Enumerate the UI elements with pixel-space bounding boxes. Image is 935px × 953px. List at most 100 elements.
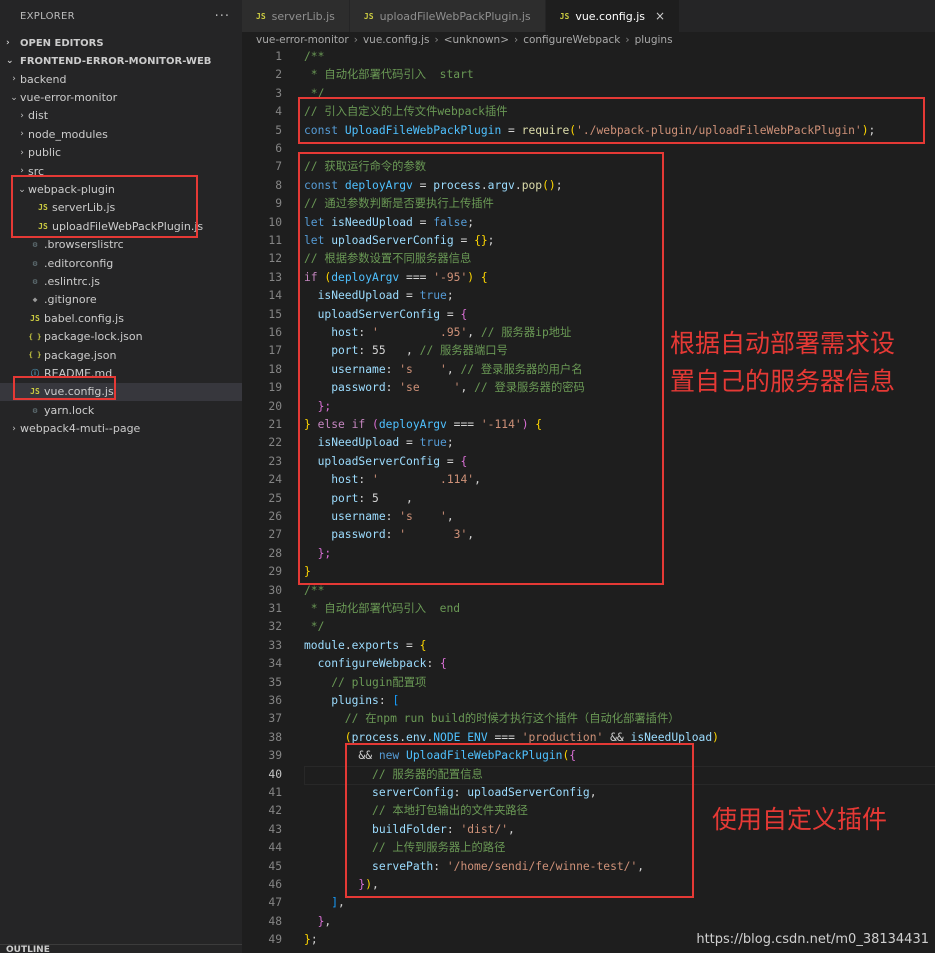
tree-item[interactable]: › webpack4-muti--page xyxy=(0,419,242,437)
code-token: // plugin配置项 xyxy=(304,675,427,689)
line-number: 3 xyxy=(275,86,282,100)
chevron-right-icon: › xyxy=(12,74,16,85)
tree-item[interactable]: JS babel.config.js xyxy=(0,309,242,327)
line-number: 46 xyxy=(268,878,282,891)
tab-uploadfilewebpackplugin-js[interactable]: JS uploadFileWebPackPlugin.js xyxy=(349,0,546,32)
tree-item-label: node_modules xyxy=(28,127,108,141)
red-box-sidebar-vue-config xyxy=(13,376,116,400)
code-token: : xyxy=(426,657,441,671)
code-token: ; xyxy=(310,933,318,947)
code-line[interactable]: 34 configureWebpack: { xyxy=(242,655,935,673)
code-token: plugins xyxy=(304,694,379,707)
breadcrumb-separator-icon: › xyxy=(514,33,519,46)
code-token: === xyxy=(487,730,522,744)
line-number: 41 xyxy=(268,786,282,799)
line-number: 34 xyxy=(268,657,282,671)
line-number: 7 xyxy=(275,160,282,174)
tree-item[interactable]: ◆ .gitignore xyxy=(0,291,242,309)
tab-vue-config-js[interactable]: JS vue.config.js × xyxy=(545,0,681,32)
explorer-sidebar: EXPLORER ··· › OPEN EDITORS ⌄ FRONTEND-E… xyxy=(0,0,242,953)
tree-item[interactable]: ⚙ yarn.lock xyxy=(0,401,242,419)
code-token: 'production' xyxy=(521,730,604,744)
code-line[interactable]: 31 * 自动化部署代码引入 end xyxy=(242,600,935,618)
tree-item-label: .browserslistrc xyxy=(44,238,124,252)
code-line[interactable]: 35 // plugin配置项 xyxy=(242,674,935,692)
outline-section[interactable]: OUTLINE xyxy=(0,944,242,953)
js-file-icon: JS xyxy=(30,313,40,323)
code-text: ], xyxy=(304,894,345,912)
code-text: /** xyxy=(304,48,324,66)
breadcrumb-item[interactable]: vue-error-monitor xyxy=(256,34,349,46)
line-number: 8 xyxy=(275,178,282,192)
chevron-right-icon: › xyxy=(12,423,16,434)
explorer-title: EXPLORER xyxy=(20,10,75,22)
line-number: 42 xyxy=(268,804,282,818)
code-token: * 自动化部署代码引入 end xyxy=(304,602,461,615)
red-box-plugin-usage xyxy=(345,743,694,898)
line-number: 39 xyxy=(268,749,282,763)
breadcrumb-separator-icon: › xyxy=(434,33,439,46)
code-line[interactable]: 37 // 在npm run build的时候才执行这个插件（自动化部署插件） xyxy=(242,710,935,728)
breadcrumb-item[interactable]: <unknown> xyxy=(444,34,509,46)
line-number: 23 xyxy=(268,454,282,468)
code-text: configureWebpack: { xyxy=(304,655,447,673)
chevron-right-icon: › xyxy=(6,38,10,48)
tree-item[interactable]: ⚙ .eslintrc.js xyxy=(0,272,242,290)
red-box-sidebar-webpack-plugin xyxy=(11,175,198,238)
line-number: 2 xyxy=(275,68,282,82)
project-section[interactable]: ⌄ FRONTEND-ERROR-MONITOR-WEB xyxy=(0,50,242,72)
code-token: , xyxy=(338,896,345,910)
code-token: , xyxy=(324,914,332,928)
line-number: 18 xyxy=(268,362,282,376)
code-token: /** xyxy=(304,50,325,63)
ellipsis-icon[interactable]: ··· xyxy=(215,9,230,24)
tree-item[interactable]: { } package.json xyxy=(0,346,242,364)
code-token: ) xyxy=(712,730,719,744)
line-number: 28 xyxy=(268,546,282,560)
code-line[interactable]: 32 */ xyxy=(242,618,935,636)
line-number: 20 xyxy=(268,399,282,413)
code-line[interactable]: 48 }, xyxy=(242,913,935,931)
line-number: 5 xyxy=(275,123,282,137)
json-file-icon: { } xyxy=(28,332,42,341)
line-number: 12 xyxy=(268,252,282,266)
tree-item[interactable]: ⚙ .editorconfig xyxy=(0,254,242,272)
code-token: : xyxy=(378,694,393,707)
tree-item[interactable]: { } package-lock.json xyxy=(0,327,242,345)
tab-label: serverLib.js xyxy=(271,9,335,23)
tree-item[interactable]: ⚙ .browserslistrc xyxy=(0,236,242,254)
open-editors-label: OPEN EDITORS xyxy=(20,37,104,49)
js-file-icon: JS xyxy=(559,11,570,21)
tree-item[interactable]: ⌄ vue-error-monitor xyxy=(0,88,242,106)
js-file-icon: JS xyxy=(256,11,266,21)
code-token: ] xyxy=(304,896,339,910)
breadcrumb-item[interactable]: vue.config.js xyxy=(363,34,430,46)
tab-serverlib-js[interactable]: JS serverLib.js xyxy=(242,0,350,32)
tree-item-label: .eslintrc.js xyxy=(44,274,101,288)
code-line[interactable]: 36 plugins: [ xyxy=(242,692,935,710)
line-number: 26 xyxy=(268,510,282,523)
chevron-right-icon: › xyxy=(20,110,24,121)
tree-item[interactable]: › backend xyxy=(0,70,242,88)
tree-item[interactable]: › public xyxy=(0,144,242,162)
line-number: 30 xyxy=(268,583,282,597)
code-line[interactable]: 1 /** xyxy=(242,48,935,66)
line-number: 40 xyxy=(268,767,282,781)
code-line[interactable]: 33 module.exports = { xyxy=(242,637,935,655)
tree-item[interactable]: › dist xyxy=(0,107,242,125)
code-text: module.exports = { xyxy=(304,637,426,655)
line-number: 36 xyxy=(268,694,282,707)
breadcrumb-item[interactable]: plugins xyxy=(635,34,673,46)
code-line[interactable]: 2 * 自动化部署代码引入 start xyxy=(242,66,935,84)
annotation-server-info-line2: 置自己的服务器信息 xyxy=(670,367,896,396)
breadcrumb-item[interactable]: configureWebpack xyxy=(523,34,620,46)
code-token: ( xyxy=(304,730,352,744)
tree-item[interactable]: › node_modules xyxy=(0,125,242,143)
close-icon[interactable]: × xyxy=(655,9,665,23)
line-number: 31 xyxy=(268,602,282,615)
line-number: 37 xyxy=(268,712,282,726)
project-label: FRONTEND-ERROR-MONITOR-WEB xyxy=(20,55,212,67)
code-token: [ xyxy=(392,694,400,707)
chevron-down-icon: ⌄ xyxy=(6,56,14,66)
outline-label: OUTLINE xyxy=(6,945,50,953)
